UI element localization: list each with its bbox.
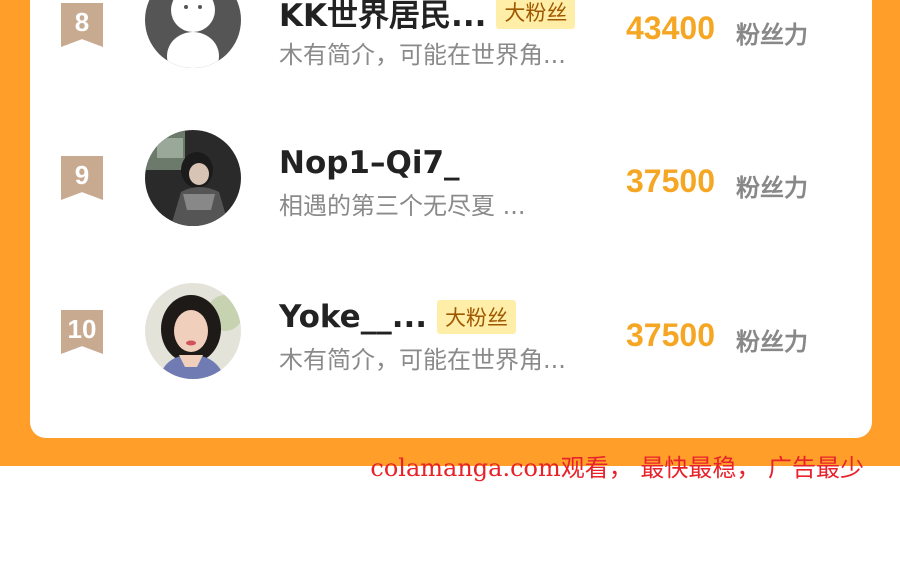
fan-leaderboard-card: 8 KK世界居民... 大粉丝 木有简介，可能在世界角... 43400 粉丝力… — [30, 0, 872, 438]
user-description: 相遇的第三个无尽夏 ... — [279, 192, 526, 220]
fan-power-unit: 粉丝力 — [736, 328, 808, 356]
user-name[interactable]: Yoke__... — [279, 299, 427, 335]
rank-badge: 10 — [61, 310, 103, 354]
name-line: KK世界居民... 大粉丝 — [279, 0, 576, 35]
fan-power-score: 37500 — [626, 317, 715, 353]
user-description: 木有简介，可能在世界角... — [279, 346, 566, 374]
user-avatar[interactable] — [145, 130, 241, 226]
fan-badge: 大粉丝 — [496, 0, 576, 29]
fan-power-score: 43400 — [626, 10, 715, 46]
name-line: Yoke__... 大粉丝 — [279, 297, 517, 337]
user-name[interactable]: KK世界居民... — [279, 0, 486, 35]
name-line: Nop1–Qi7_ — [279, 143, 460, 183]
fan-power-unit: 粉丝力 — [736, 21, 808, 49]
leaderboard-row[interactable]: 10 Yoke__... 大粉丝 木有简介，可能在世界角... 37500 粉丝… — [30, 272, 872, 392]
rank-badge: 8 — [61, 3, 103, 47]
watermark-text: colamanga.com观看， 最快最稳， 广告最少 — [370, 454, 864, 482]
default-avatar-icon[interactable] — [145, 0, 241, 68]
user-avatar[interactable] — [145, 283, 241, 379]
leaderboard-row[interactable]: 8 KK世界居民... 大粉丝 木有简介，可能在世界角... 43400 粉丝力 — [30, 0, 872, 85]
user-name[interactable]: Nop1–Qi7_ — [279, 145, 460, 181]
fan-power-score: 37500 — [626, 163, 715, 199]
user-description: 木有简介，可能在世界角... — [279, 41, 566, 69]
leaderboard-row[interactable]: 9 Nop1–Qi7_ 相遇的第三个无尽夏 ... 37500 粉丝力 — [30, 118, 872, 238]
fan-badge: 大粉丝 — [437, 300, 517, 334]
fan-power-unit: 粉丝力 — [736, 174, 808, 202]
rank-badge: 9 — [61, 156, 103, 200]
